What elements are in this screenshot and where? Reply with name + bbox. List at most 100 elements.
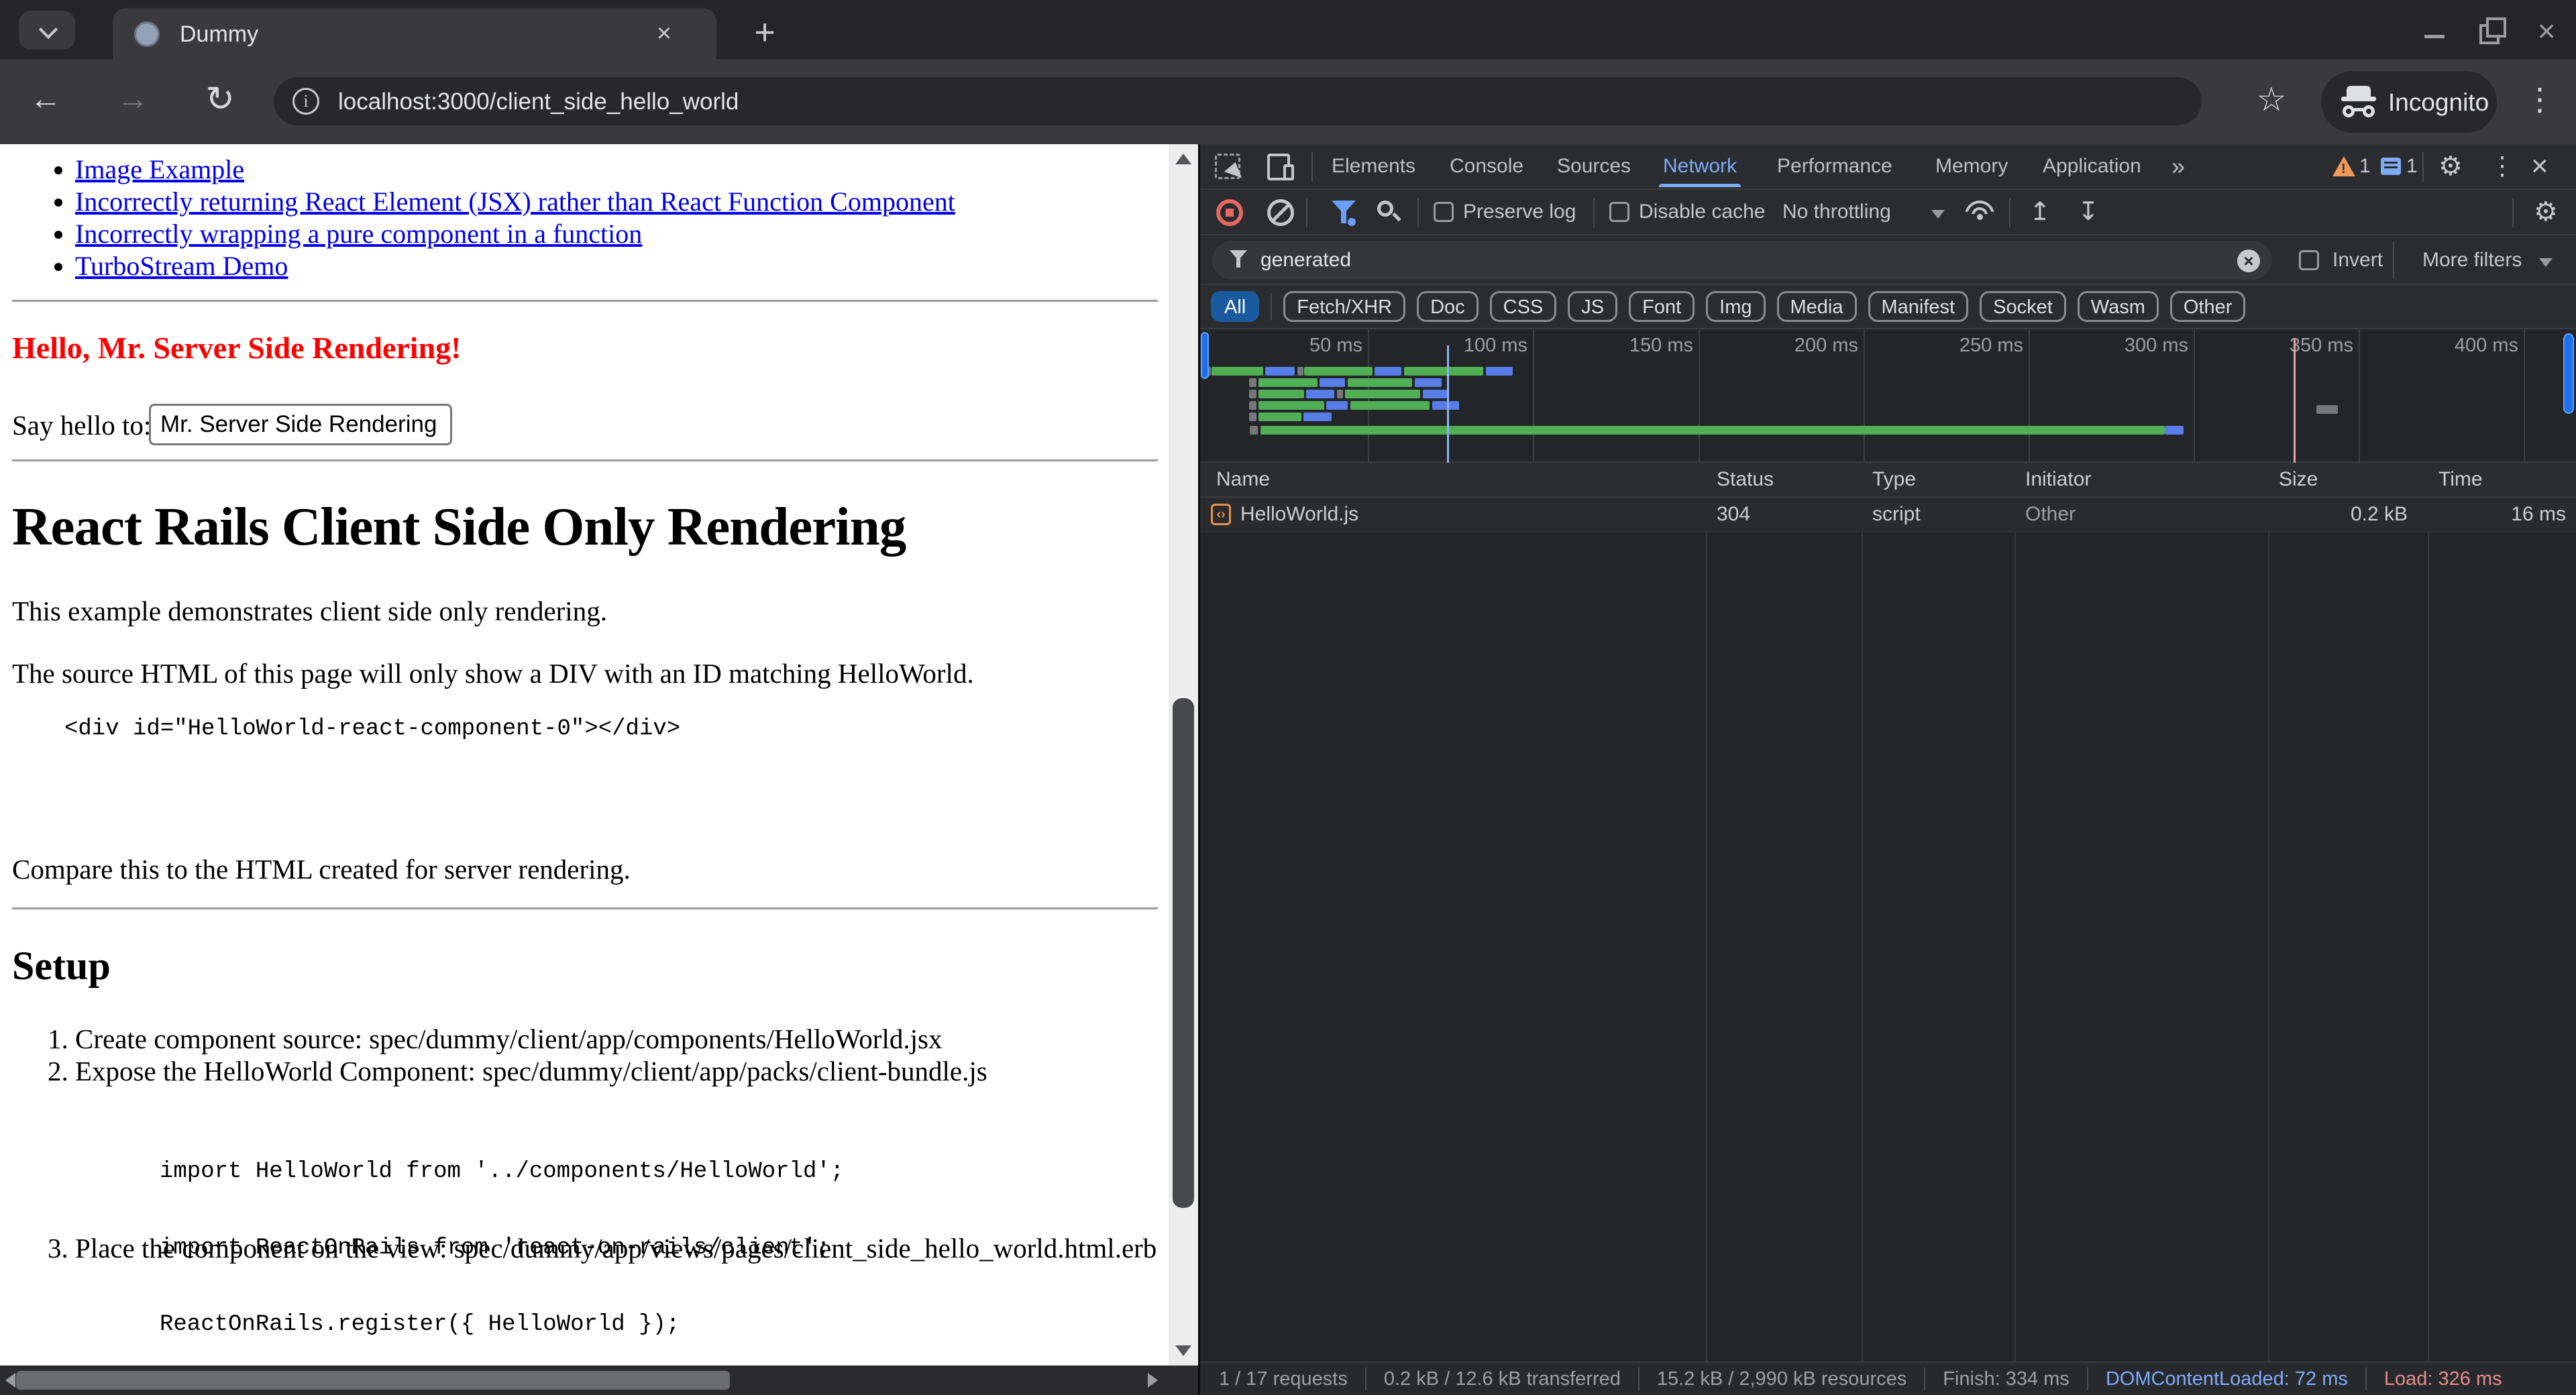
- column-size[interactable]: Size: [2279, 463, 2318, 496]
- scroll-up-icon[interactable]: [1175, 154, 1191, 164]
- overview-left-handle[interactable]: [1201, 332, 1209, 379]
- link-turbostream[interactable]: TurboStream Demo: [75, 251, 288, 281]
- chevron-down-icon[interactable]: [2539, 258, 2553, 267]
- warning-icon[interactable]: !: [2332, 156, 2355, 176]
- search-icon[interactable]: [1376, 199, 1403, 226]
- column-divider[interactable]: [1706, 463, 1707, 1361]
- settings-gear-icon[interactable]: ⚙: [2438, 144, 2463, 188]
- tab-sources[interactable]: Sources: [1557, 144, 1631, 188]
- back-button[interactable]: ←: [19, 72, 72, 126]
- window-restore-button[interactable]: [2477, 16, 2506, 46]
- message-count[interactable]: 1: [2406, 144, 2418, 188]
- column-divider[interactable]: [2015, 463, 2016, 1361]
- tick-label: 150 ms: [1593, 335, 1693, 357]
- divider: [2365, 1368, 2367, 1390]
- clear-filter-icon[interactable]: ×: [2237, 249, 2260, 272]
- link-react-element[interactable]: Incorrectly returning React Element (JSX…: [75, 186, 955, 217]
- bookmark-star-icon[interactable]: ☆: [2245, 72, 2298, 126]
- column-status[interactable]: Status: [1717, 463, 1774, 496]
- tab-network[interactable]: Network: [1663, 144, 1737, 188]
- inspect-element-icon[interactable]: [1215, 154, 1240, 179]
- site-info-icon[interactable]: i: [292, 88, 319, 115]
- chip-all[interactable]: All: [1211, 291, 1259, 322]
- network-conditions-icon[interactable]: [1965, 201, 1994, 225]
- waterfall-bar-green: [1258, 401, 1324, 410]
- invert-checkbox[interactable]: [2299, 250, 2319, 270]
- column-divider[interactable]: [2428, 463, 2429, 1361]
- timeline-gridline: [2524, 329, 2525, 463]
- devtools-close-icon[interactable]: ×: [2531, 144, 2548, 188]
- chevron-down-icon[interactable]: [1931, 210, 1945, 219]
- chip-doc[interactable]: Doc: [1417, 291, 1479, 322]
- chip-manifest[interactable]: Manifest: [1868, 291, 1969, 322]
- say-hello-label: Say hello to:: [12, 410, 151, 441]
- scroll-down-icon[interactable]: [1175, 1345, 1191, 1356]
- tab-performance[interactable]: Performance: [1777, 144, 1892, 188]
- window-close-button[interactable]: ×: [2532, 16, 2561, 46]
- filter-text[interactable]: generated: [1260, 241, 1351, 280]
- more-filters-dropdown[interactable]: More filters: [2422, 235, 2522, 285]
- import-har-icon[interactable]: ↥: [2029, 190, 2051, 234]
- warning-count[interactable]: 1: [2359, 144, 2371, 188]
- window-minimize-button[interactable]: [2422, 16, 2451, 46]
- tab-search-button[interactable]: [19, 11, 75, 50]
- waterfall-bar-green: [1258, 412, 1301, 421]
- browser-tab[interactable]: Dummy ×: [113, 8, 716, 59]
- link-image-example[interactable]: Image Example: [75, 154, 244, 184]
- column-time[interactable]: Time: [2438, 463, 2483, 496]
- tab-memory[interactable]: Memory: [1935, 144, 2008, 188]
- scroll-left-icon[interactable]: [5, 1373, 15, 1388]
- chip-wasm[interactable]: Wasm: [2078, 291, 2159, 322]
- vertical-scrollbar-thumb[interactable]: [1173, 698, 1194, 1208]
- console-message-icon[interactable]: [2381, 158, 2401, 175]
- divider: [1311, 152, 1313, 182]
- tab-application[interactable]: Application: [2043, 144, 2141, 188]
- chip-media[interactable]: Media: [1777, 291, 1857, 322]
- preserve-log-checkbox[interactable]: [1434, 202, 1454, 222]
- chip-fetch-xhr[interactable]: Fetch/XHR: [1283, 291, 1405, 322]
- column-initiator[interactable]: Initiator: [2025, 463, 2091, 496]
- url-bar[interactable]: i localhost:3000/client_side_hello_world: [274, 77, 2202, 125]
- throttling-select[interactable]: No throttling: [1782, 190, 1891, 234]
- tab-elements[interactable]: Elements: [1332, 144, 1415, 188]
- vertical-scrollbar[interactable]: [1169, 144, 1198, 1365]
- url-text[interactable]: localhost:3000/client_side_hello_world: [338, 89, 739, 115]
- clear-network-log-icon[interactable]: [1267, 199, 1294, 226]
- browser-menu-icon[interactable]: ⋮: [2520, 72, 2560, 126]
- horizontal-scrollbar-thumb[interactable]: [16, 1371, 730, 1390]
- reload-button[interactable]: ↻: [193, 72, 247, 126]
- horizontal-scrollbar[interactable]: [0, 1365, 1198, 1395]
- column-name[interactable]: Name: [1216, 463, 1270, 496]
- table-row[interactable]: ‹› HelloWorld.js 304 script Other 0.2 kB…: [1200, 498, 2576, 533]
- tab-console[interactable]: Console: [1450, 144, 1523, 188]
- disable-cache-checkbox[interactable]: [1609, 202, 1629, 222]
- device-toolbar-icon[interactable]: [1267, 154, 1294, 180]
- link-pure-component[interactable]: Incorrectly wrapping a pure component in…: [75, 219, 642, 249]
- chip-other[interactable]: Other: [2170, 291, 2246, 322]
- chip-js[interactable]: JS: [1568, 291, 1617, 322]
- filter-input[interactable]: generated ×: [1212, 241, 2272, 280]
- chip-font[interactable]: Font: [1629, 291, 1695, 322]
- chip-img[interactable]: Img: [1706, 291, 1765, 322]
- network-settings-gear-icon[interactable]: ⚙: [2534, 190, 2558, 234]
- filter-icon[interactable]: [1332, 201, 1356, 225]
- record-network-log-button[interactable]: [1216, 199, 1243, 226]
- network-overview-timeline[interactable]: 50 ms 100 ms 150 ms 200 ms 250 ms 300 ms…: [1200, 329, 2576, 463]
- chip-css[interactable]: CSS: [1490, 291, 1557, 322]
- waterfall-bar-gray: [1297, 367, 1303, 376]
- new-tab-button[interactable]: +: [746, 15, 784, 52]
- column-divider[interactable]: [2268, 463, 2269, 1361]
- export-har-icon[interactable]: ↧: [2078, 190, 2099, 234]
- column-type[interactable]: Type: [1872, 463, 1916, 496]
- devtools-menu-icon[interactable]: ⋮: [2489, 144, 2515, 188]
- scroll-right-icon[interactable]: [1148, 1373, 1158, 1388]
- forward-button[interactable]: →: [106, 72, 160, 126]
- overview-right-handle[interactable]: [2563, 333, 2574, 414]
- name-input[interactable]: [149, 404, 452, 445]
- more-tabs-icon[interactable]: »: [2171, 144, 2185, 188]
- request-name[interactable]: HelloWorld.js: [1240, 498, 1358, 531]
- request-initiator[interactable]: Other: [2025, 498, 2076, 531]
- tab-close-icon[interactable]: ×: [649, 19, 679, 48]
- chip-socket[interactable]: Socket: [1980, 291, 2066, 322]
- column-divider[interactable]: [1862, 463, 1863, 1361]
